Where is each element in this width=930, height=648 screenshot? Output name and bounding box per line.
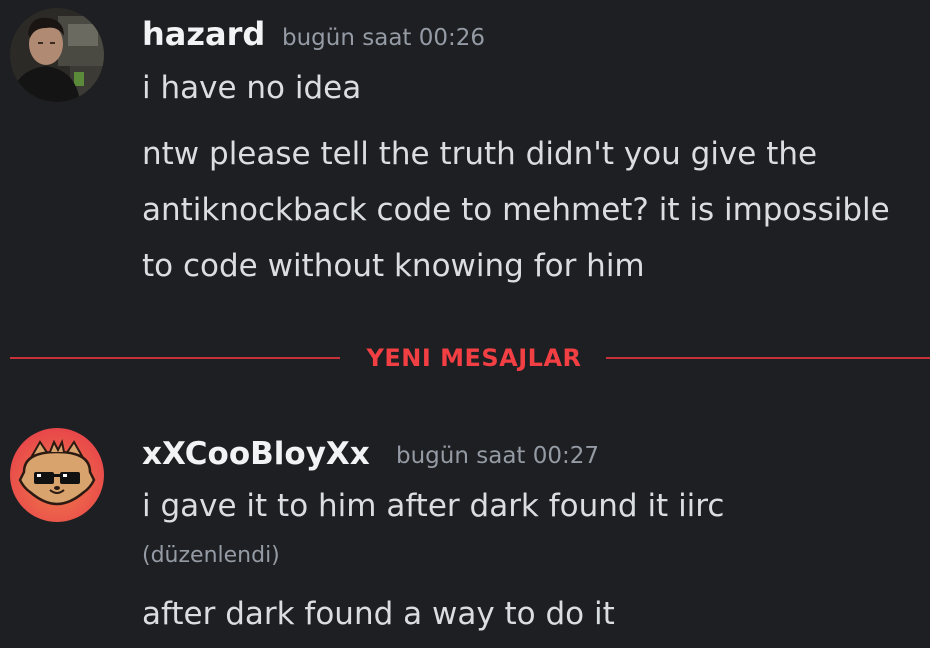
bear-sunglasses-avatar-icon (10, 428, 104, 522)
timestamp: bugün saat 00:27 (396, 443, 600, 469)
message-group-xxcoobloyxx: xXCooBloyXx bugün saat 00:27 i gave it t… (0, 0, 930, 648)
edited-label: (düzenlendi) (142, 543, 280, 568)
username[interactable]: xXCooBloyXx (142, 434, 370, 474)
message-text: after dark found a way to do it (142, 596, 615, 632)
avatar[interactable] (10, 428, 104, 522)
message-text: i gave it to him after dark found it iir… (142, 488, 725, 524)
